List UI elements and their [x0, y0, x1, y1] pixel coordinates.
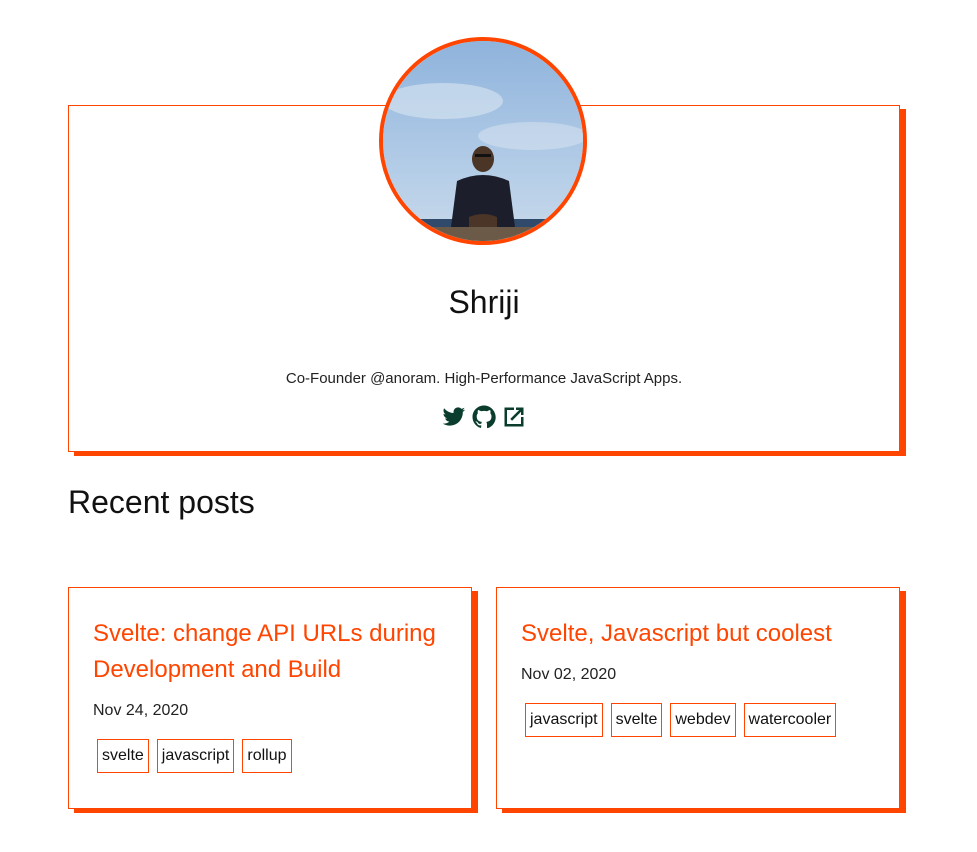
post-date: Nov 24, 2020 — [93, 702, 189, 719]
twitter-icon — [442, 407, 466, 426]
github-link[interactable] — [471, 404, 497, 430]
tag-webdev[interactable]: webdev — [670, 703, 736, 737]
recent-posts-title: Recent posts — [68, 484, 255, 520]
social-links — [69, 404, 899, 430]
tag-javascript[interactable]: javascript — [525, 703, 603, 737]
profile-name: Shriji — [448, 284, 520, 320]
external-link[interactable] — [501, 404, 527, 430]
post-title-link[interactable]: Svelte, Javascript but coolest — [521, 616, 875, 652]
github-icon — [472, 405, 496, 429]
post-date: Nov 02, 2020 — [521, 666, 617, 683]
tag-javascript[interactable]: javascript — [156, 739, 235, 773]
post-card: Svelte: change API URLs during Developme… — [68, 587, 472, 809]
tag-svelte[interactable]: svelte — [610, 703, 663, 737]
external-link-icon — [504, 407, 524, 427]
post-title-link[interactable]: Svelte: change API URLs during Developme… — [93, 616, 447, 688]
tag-list: svelte javascript rollup — [93, 739, 447, 773]
profile-bio: Co-Founder @anoram. High-Performance Jav… — [285, 370, 683, 387]
twitter-link[interactable] — [441, 404, 467, 430]
tag-watercooler[interactable]: watercooler — [743, 703, 837, 737]
post-card: Svelte, Javascript but coolest Nov 02, 2… — [496, 587, 900, 809]
tag-rollup[interactable]: rollup — [242, 739, 292, 773]
tag-svelte[interactable]: svelte — [97, 739, 149, 773]
avatar — [379, 37, 587, 245]
tag-list: javascript svelte webdev watercooler — [521, 703, 875, 737]
avatar-photo — [383, 41, 583, 241]
